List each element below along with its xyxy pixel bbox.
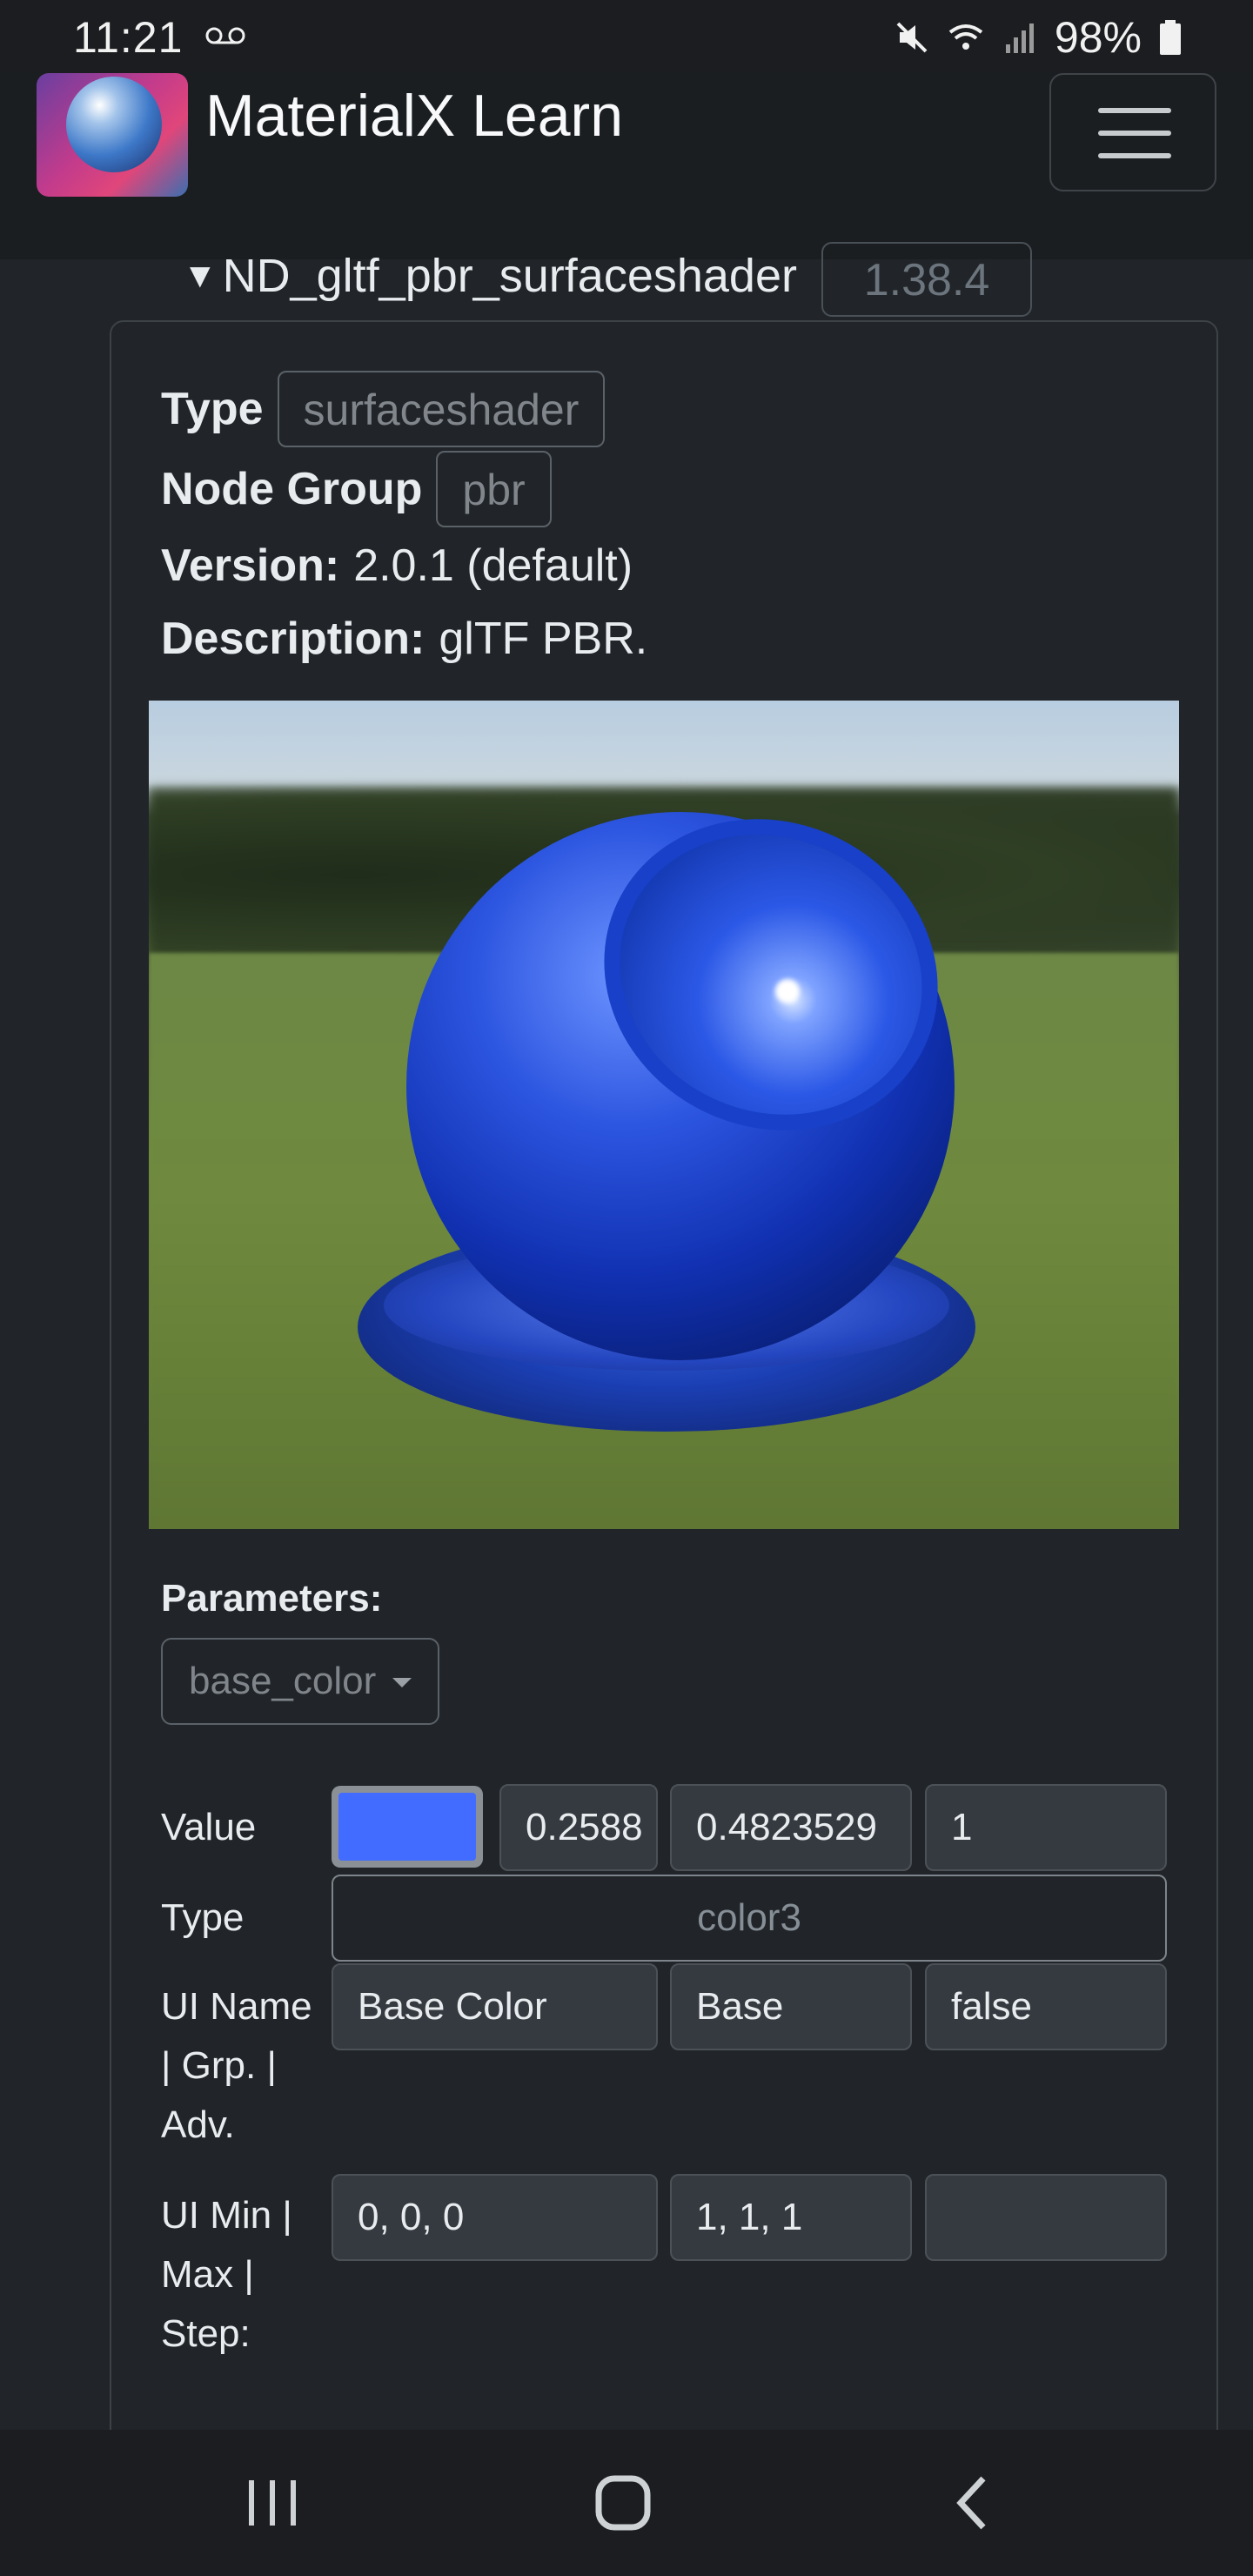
parameter-select-value: base_color [189,1660,377,1702]
parameters-label: Parameters: [161,1577,383,1620]
ui-name-input[interactable]: Base Color [332,1963,658,2050]
value-r-input[interactable]: 0.2588 [499,1784,658,1871]
material-preview-image [149,701,1179,1529]
version-badge: 1.38.4 [821,242,1032,317]
version-label: Version: [161,540,340,591]
hamburger-icon [1098,108,1171,113]
type-row: Type surfaceshader [161,371,606,447]
ui-max-input[interactable]: 1, 1, 1 [670,2174,912,2261]
system-nav-bar [0,2430,1253,2576]
node-name: ND_gltf_pbr_surfaceshader [222,250,797,302]
menu-toggle-button[interactable] [1049,73,1216,191]
version-value: 2.0.1 (default) [353,540,633,591]
type-label: Type [161,384,264,434]
signal-icon [1005,23,1034,53]
mute-icon [896,22,928,53]
ui-step-input[interactable] [925,2174,1167,2261]
value-g-input[interactable]: 0.4823529 [670,1784,912,1871]
caret-down-icon [392,1678,412,1687]
type-badge: surfaceshader [277,371,606,447]
navbar: MaterialX Learn [0,73,1253,259]
value-b-input[interactable]: 1 [925,1784,1167,1871]
ui-name-label: UI Name | Grp. | Adv. [161,1985,312,2146]
battery-icon [1160,20,1181,55]
node-group-row: Node Group pbr [161,451,552,527]
home-icon[interactable] [592,2472,654,2534]
recent-apps-icon[interactable] [242,2472,303,2534]
status-bar: 11:21 98% [0,0,1253,73]
type-param-label: Type [161,1896,245,1939]
voicemail-icon [205,27,245,44]
back-icon[interactable] [950,2472,994,2534]
color-picker[interactable] [332,1786,483,1868]
wifi-icon [948,24,983,50]
description-row: Description: glTF PBR. [161,613,647,665]
battery-percent: 98% [1054,13,1142,62]
description-label: Description: [161,614,425,664]
ui-advanced-input[interactable]: false [925,1963,1167,2050]
type-param-field: color3 [332,1875,1167,1962]
materialx-logo[interactable] [37,73,188,197]
version-row: Version: 2.0.1 (default) [161,540,633,592]
status-time: 11:21 [73,13,184,62]
value-label: Value [161,1806,257,1848]
parameter-select[interactable]: base_color [161,1638,439,1725]
ui-range-label: UI Min | Max | Step: [161,2194,292,2355]
triangle-down-icon: ▼ [183,256,218,295]
ui-min-input[interactable]: 0, 0, 0 [332,2174,658,2261]
brand-title[interactable]: MaterialX Learn [205,82,623,150]
description-value: glTF PBR. [439,614,648,664]
node-summary[interactable]: ▼ ND_gltf_pbr_surfaceshader [183,249,797,303]
color-swatch [338,1793,476,1861]
node-group-badge: pbr [436,451,552,527]
ui-group-input[interactable]: Base [670,1963,912,2050]
node-group-label: Node Group [161,464,423,514]
